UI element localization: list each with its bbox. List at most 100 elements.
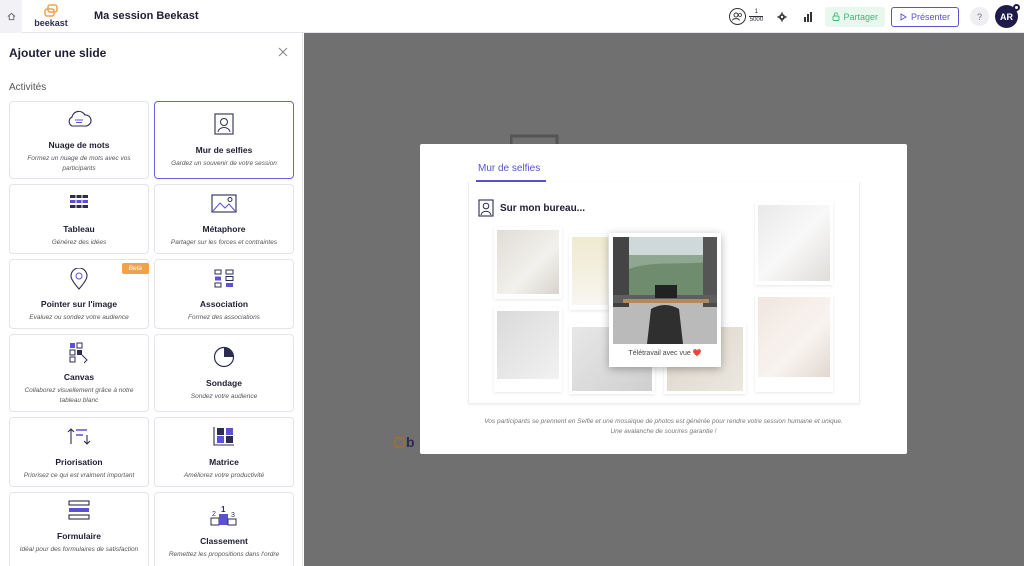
activity-card-canvas[interactable]: Canvas Collaborez visuellement grâce à n… [9, 334, 149, 412]
card-desc: Gardez un souvenir de votre session [171, 160, 277, 167]
selfie-photo [494, 308, 562, 392]
background-logo-icon: b [394, 434, 415, 449]
bar-chart-icon [804, 11, 813, 22]
share-button[interactable]: Partager [825, 6, 885, 27]
image-icon [155, 194, 293, 213]
activity-card-sondage[interactable]: Sondage Sondez votre audience [154, 334, 294, 412]
preview-description-line2: Une avalanche de sourires garantie ! [610, 428, 717, 435]
selfie-icon [155, 113, 293, 135]
selfie-photo [569, 234, 611, 310]
activity-card-metaphore[interactable]: Métaphore Partager sur les forces et con… [154, 184, 294, 254]
top-bar: beekast Ma session Beekast 1 5000 Partag… [0, 0, 1024, 33]
caption-text: Télétravail avec vue [628, 350, 691, 357]
preview-description: Vos participants se prennent en Selfie e… [450, 417, 877, 437]
card-desc: Générez des idées [51, 239, 107, 246]
canvas-icon [10, 342, 148, 364]
card-name: Pointer sur l'image [40, 299, 118, 309]
featured-selfie: Télétravail avec vue ❤️ [609, 233, 721, 367]
card-desc: Sondez votre audience [190, 393, 258, 400]
matrix-icon [155, 426, 293, 446]
card-desc: Priorisez ce qui est vraiment important [23, 472, 135, 479]
card-desc: Formez un nuage de mots avec vos partici… [27, 155, 131, 172]
svg-text:3: 3 [231, 512, 235, 519]
podium-icon: 12 3 [155, 504, 293, 526]
activity-card-association[interactable]: Association Formez des associations [154, 259, 294, 329]
close-icon [278, 47, 288, 57]
gear-icon [777, 12, 787, 21]
avatar[interactable]: AR [995, 4, 1020, 28]
association-icon [155, 269, 293, 288]
session-title[interactable]: Ma session Beekast [94, 10, 199, 22]
activity-card-classement[interactable]: 12 3 Classement Remettez les propositions… [154, 492, 294, 566]
table-icon [10, 194, 148, 212]
selfie-photo [494, 227, 562, 299]
svg-text:b: b [406, 434, 415, 449]
logo-text: beekast [34, 18, 68, 28]
stats-button[interactable] [797, 6, 819, 28]
panel-title: Ajouter une slide [9, 46, 107, 60]
help-button[interactable]: ? [970, 7, 989, 26]
card-desc: Formez des associations [188, 314, 260, 321]
play-icon [900, 12, 907, 21]
sort-icon [10, 427, 148, 445]
card-name: Sondage [206, 378, 242, 388]
activity-card-formulaire[interactable]: Formulaire Idéal pour des formulaires de… [9, 492, 149, 566]
avatar-initials: AR [1000, 11, 1013, 22]
preview-description-line1: Vos participants se prennent en Selfie e… [484, 418, 843, 425]
card-desc: Evaluez ou sondez votre audience [29, 314, 129, 321]
card-name: Association [199, 299, 249, 309]
form-icon [10, 500, 148, 520]
svg-text:1: 1 [221, 505, 226, 514]
activity-preview-modal: Mur de selfies Sur mon bureau... Télétra… [420, 144, 907, 454]
present-button[interactable]: Présenter [890, 6, 959, 27]
notification-dot [1013, 4, 1020, 11]
preview-heading: Sur mon bureau... [478, 199, 585, 217]
close-button[interactable] [276, 45, 290, 59]
preview-tab[interactable]: Mur de selfies [478, 163, 540, 174]
card-desc: Idéal pour des formulaires de satisfacti… [19, 546, 139, 553]
featured-selfie-caption: Télétravail avec vue ❤️ [609, 349, 721, 357]
activity-card-matrice[interactable]: Matrice Améliorez votre productivité [154, 417, 294, 487]
participants-icon [729, 8, 747, 25]
card-name: Nuage de mots [48, 140, 110, 150]
activity-card-priorisation[interactable]: Priorisation Priorisez ce qui est vraime… [9, 417, 149, 487]
activity-card-tableau[interactable]: Tableau Générez des idées [9, 184, 149, 254]
present-label: Présenter [910, 11, 950, 22]
activity-card-pointer-sur-image[interactable]: Beta Pointer sur l'image Evaluez ou sond… [9, 259, 149, 329]
card-desc: Remettez les propositions dans l'ordre [168, 551, 280, 558]
featured-selfie-photo [613, 237, 717, 344]
selfie-icon [478, 199, 494, 217]
preview-heading-text: Sur mon bureau... [500, 202, 586, 214]
participants-max: 5000 [749, 17, 764, 23]
section-label: Activités [9, 82, 47, 93]
preview-card: Sur mon bureau... Télétravail avec vue ❤… [468, 182, 860, 404]
svg-text:2: 2 [212, 511, 216, 518]
card-desc: Partager sur les forces et contraintes [170, 239, 278, 246]
home-icon [7, 12, 15, 20]
selfie-photo [755, 202, 833, 285]
pin-icon [10, 268, 148, 290]
card-name: Formulaire [57, 531, 101, 541]
lock-icon [832, 12, 840, 21]
participants-counter[interactable]: 1 5000 [729, 8, 764, 25]
beekast-logo[interactable]: beekast [32, 4, 70, 28]
activity-card-nuage-de-mots[interactable]: Nuage de mots Formez un nuage de mots av… [9, 101, 149, 179]
card-name: Canvas [63, 372, 95, 382]
selfie-photo [755, 294, 833, 392]
share-label: Partager [843, 11, 878, 22]
heart-icon: ❤️ [692, 350, 702, 357]
card-desc: Collaborez visuellement grâce à notre ta… [24, 387, 134, 404]
card-name: Métaphore [202, 224, 246, 234]
card-desc: Améliorez votre productivité [183, 472, 265, 479]
logo-icon [44, 4, 58, 17]
add-slide-panel: Ajouter une slide Activités Nuage de mot… [0, 33, 303, 566]
pie-chart-icon [155, 346, 293, 368]
home-button[interactable] [0, 0, 22, 33]
card-name: Mur de selfies [195, 145, 253, 155]
settings-button[interactable] [771, 6, 793, 28]
activity-card-mur-de-selfies[interactable]: Mur de selfies Gardez un souvenir de vot… [154, 101, 294, 179]
card-name: Matrice [209, 457, 239, 467]
participants-current: 1 [754, 9, 759, 15]
card-name: Tableau [63, 224, 95, 234]
card-name: Priorisation [55, 457, 103, 467]
